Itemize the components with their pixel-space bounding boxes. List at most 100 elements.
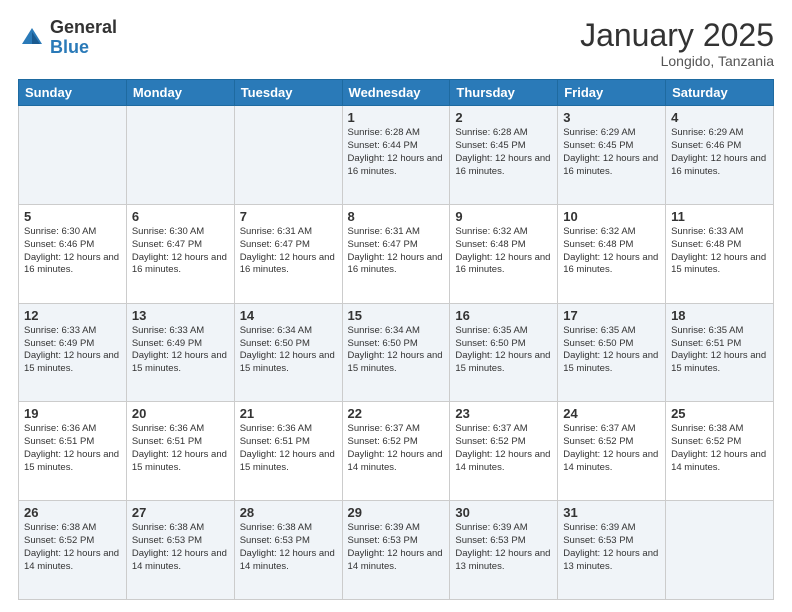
day-number: 28 [240,505,337,520]
day-number: 16 [455,308,552,323]
calendar: Sunday Monday Tuesday Wednesday Thursday… [18,79,774,600]
col-sunday: Sunday [19,80,127,106]
week-row-2: 5 Sunrise: 6:30 AM Sunset: 6:46 PM Daylig… [19,204,774,303]
day-info: Sunrise: 6:39 AM Sunset: 6:53 PM Dayligh… [455,522,552,573]
day-number: 29 [348,505,445,520]
day-cell: 23 Sunrise: 6:37 AM Sunset: 6:52 PM Dayli… [450,402,558,501]
day-cell: 22Sunrise: 6:37 AM Sunset: 6:52 PM Dayli… [342,402,450,501]
day-info: Sunrise: 6:34 AM Sunset: 6:50 PM Dayligh… [348,325,445,376]
day-info: Sunrise: 6:39 AM Sunset: 6:53 PM Dayligh… [563,522,660,573]
day-number: 11 [671,209,768,224]
day-info: Sunrise: 6:29 AM Sunset: 6:46 PM Dayligh… [671,127,768,178]
day-number: 20 [132,406,229,421]
day-cell: 27Sunrise: 6:38 AM Sunset: 6:53 PM Dayli… [126,501,234,600]
day-number: 21 [240,406,337,421]
day-info: Sunrise: 6:37 AM Sunset: 6:52 PM Dayligh… [455,423,552,474]
day-cell [234,106,342,205]
day-info: Sunrise: 6:36 AM Sunset: 6:51 PM Dayligh… [240,423,337,474]
day-number: 26 [24,505,121,520]
day-number: 9 [455,209,552,224]
day-info: Sunrise: 6:37 AM Sunset: 6:52 PM Dayligh… [563,423,660,474]
week-row-5: 26 Sunrise: 6:38 AM Sunset: 6:52 PM Dayli… [19,501,774,600]
day-cell: 17 Sunrise: 6:35 AM Sunset: 6:50 PM Dayli… [558,303,666,402]
day-number: 6 [132,209,229,224]
location: Longido, Tanzania [580,53,774,69]
day-number: 25 [671,406,768,421]
day-number: 3 [563,110,660,125]
day-number: 14 [240,308,337,323]
day-cell: 24 Sunrise: 6:37 AM Sunset: 6:52 PM Dayli… [558,402,666,501]
day-number: 31 [563,505,660,520]
col-tuesday: Tuesday [234,80,342,106]
logo: General Blue [18,18,117,58]
day-info: Sunrise: 6:39 AM Sunset: 6:53 PM Dayligh… [348,522,445,573]
day-number: 30 [455,505,552,520]
day-info: Sunrise: 6:36 AM Sunset: 6:51 PM Dayligh… [24,423,121,474]
day-cell: 29 Sunrise: 6:39 AM Sunset: 6:53 PM Dayli… [342,501,450,600]
day-info: Sunrise: 6:35 AM Sunset: 6:50 PM Dayligh… [563,325,660,376]
day-info: Sunrise: 6:29 AM Sunset: 6:45 PM Dayligh… [563,127,660,178]
day-cell: 30 Sunrise: 6:39 AM Sunset: 6:53 PM Dayli… [450,501,558,600]
day-cell: 4 Sunrise: 6:29 AM Sunset: 6:46 PM Daylig… [666,106,774,205]
day-number: 7 [240,209,337,224]
day-number: 18 [671,308,768,323]
day-cell: 21 Sunrise: 6:36 AM Sunset: 6:51 PM Dayli… [234,402,342,501]
day-info: Sunrise: 6:38 AM Sunset: 6:52 PM Dayligh… [24,522,121,573]
logo-general: General [50,17,117,37]
day-number: 15 [348,308,445,323]
day-info: Sunrise: 6:33 AM Sunset: 6:48 PM Dayligh… [671,226,768,277]
day-cell: 3 Sunrise: 6:29 AM Sunset: 6:45 PM Daylig… [558,106,666,205]
day-cell [666,501,774,600]
day-info: Sunrise: 6:38 AM Sunset: 6:52 PM Dayligh… [671,423,768,474]
day-cell: 8Sunrise: 6:31 AM Sunset: 6:47 PM Daylig… [342,204,450,303]
day-number: 19 [24,406,121,421]
day-info: Sunrise: 6:38 AM Sunset: 6:53 PM Dayligh… [240,522,337,573]
col-wednesday: Wednesday [342,80,450,106]
logo-blue: Blue [50,37,89,57]
day-number: 2 [455,110,552,125]
day-info: Sunrise: 6:37 AM Sunset: 6:52 PM Dayligh… [348,423,445,474]
day-number: 5 [24,209,121,224]
day-info: Sunrise: 6:36 AM Sunset: 6:51 PM Dayligh… [132,423,229,474]
day-cell: 19 Sunrise: 6:36 AM Sunset: 6:51 PM Dayli… [19,402,127,501]
day-info: Sunrise: 6:28 AM Sunset: 6:45 PM Dayligh… [455,127,552,178]
day-cell: 2 Sunrise: 6:28 AM Sunset: 6:45 PM Daylig… [450,106,558,205]
day-cell: 28 Sunrise: 6:38 AM Sunset: 6:53 PM Dayli… [234,501,342,600]
logo-text: General Blue [50,18,117,58]
day-number: 24 [563,406,660,421]
col-thursday: Thursday [450,80,558,106]
week-row-3: 12Sunrise: 6:33 AM Sunset: 6:49 PM Dayli… [19,303,774,402]
day-cell: 31 Sunrise: 6:39 AM Sunset: 6:53 PM Dayli… [558,501,666,600]
day-cell: 16 Sunrise: 6:35 AM Sunset: 6:50 PM Dayli… [450,303,558,402]
col-saturday: Saturday [666,80,774,106]
day-cell: 25 Sunrise: 6:38 AM Sunset: 6:52 PM Dayli… [666,402,774,501]
day-info: Sunrise: 6:33 AM Sunset: 6:49 PM Dayligh… [132,325,229,376]
logo-icon [18,24,46,52]
day-info: Sunrise: 6:32 AM Sunset: 6:48 PM Dayligh… [455,226,552,277]
day-info: Sunrise: 6:28 AM Sunset: 6:44 PM Dayligh… [348,127,445,178]
day-number: 23 [455,406,552,421]
day-number: 13 [132,308,229,323]
day-cell: 7Sunrise: 6:31 AM Sunset: 6:47 PM Daylig… [234,204,342,303]
day-info: Sunrise: 6:30 AM Sunset: 6:46 PM Dayligh… [24,226,121,277]
week-row-1: 1Sunrise: 6:28 AM Sunset: 6:44 PM Daylig… [19,106,774,205]
calendar-header-row: Sunday Monday Tuesday Wednesday Thursday… [19,80,774,106]
day-info: Sunrise: 6:30 AM Sunset: 6:47 PM Dayligh… [132,226,229,277]
day-cell: 26 Sunrise: 6:38 AM Sunset: 6:52 PM Dayli… [19,501,127,600]
day-info: Sunrise: 6:35 AM Sunset: 6:51 PM Dayligh… [671,325,768,376]
day-cell: 15 Sunrise: 6:34 AM Sunset: 6:50 PM Dayli… [342,303,450,402]
day-cell: 9 Sunrise: 6:32 AM Sunset: 6:48 PM Daylig… [450,204,558,303]
day-cell: 20 Sunrise: 6:36 AM Sunset: 6:51 PM Dayli… [126,402,234,501]
day-cell [126,106,234,205]
day-number: 10 [563,209,660,224]
day-number: 4 [671,110,768,125]
month-title: January 2025 [580,18,774,53]
day-cell: 11 Sunrise: 6:33 AM Sunset: 6:48 PM Dayli… [666,204,774,303]
col-friday: Friday [558,80,666,106]
day-cell: 18 Sunrise: 6:35 AM Sunset: 6:51 PM Dayli… [666,303,774,402]
day-cell: 1Sunrise: 6:28 AM Sunset: 6:44 PM Daylig… [342,106,450,205]
day-number: 17 [563,308,660,323]
col-monday: Monday [126,80,234,106]
day-number: 27 [132,505,229,520]
day-info: Sunrise: 6:35 AM Sunset: 6:50 PM Dayligh… [455,325,552,376]
